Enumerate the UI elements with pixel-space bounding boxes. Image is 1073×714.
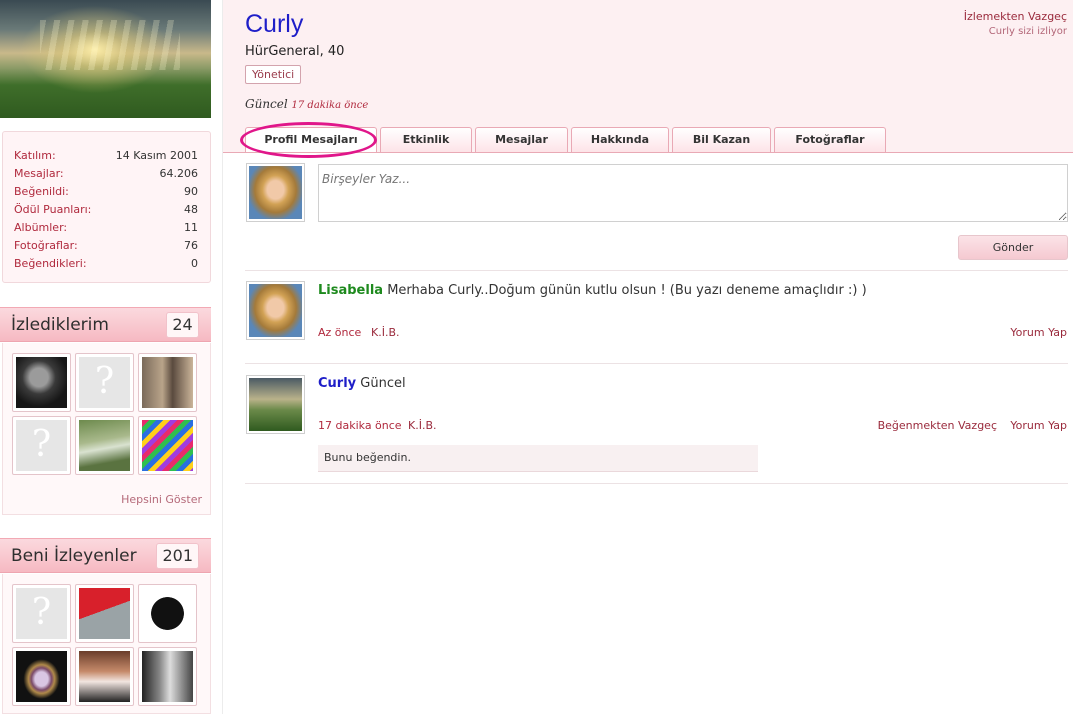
stat-row: Mesajlar: 64.206	[14, 165, 198, 183]
post-time[interactable]: 17 dakika önce	[318, 419, 402, 432]
following-avatar[interactable]	[138, 353, 197, 412]
tab-photos[interactable]: Fotoğraflar	[774, 127, 886, 153]
stat-value: 14 Kasım 2001	[115, 149, 198, 162]
follower-avatar[interactable]	[138, 647, 197, 706]
stat-value: 11	[184, 221, 198, 234]
sidebar: Katılım: 14 Kasım 2001 Mesajlar: 64.206 Be…	[0, 0, 212, 714]
stat-row: Beğendikleri: 0	[14, 255, 198, 273]
profile-status: Güncel 17 dakika önce	[245, 97, 368, 111]
following-avatar[interactable]	[75, 416, 134, 475]
tab-about[interactable]: Hakkında	[571, 127, 669, 153]
following-title: İzlediklerim	[11, 315, 109, 335]
composer-avatar	[246, 163, 305, 222]
unfollow-link[interactable]: İzlemekten Vazgeç	[964, 10, 1067, 23]
status-text: Güncel	[245, 97, 288, 111]
post-body: Curly Güncel	[318, 376, 406, 391]
liked-note: Bunu beğendin.	[318, 445, 758, 472]
post-avatar[interactable]	[246, 281, 305, 340]
comment-link[interactable]: Yorum Yap	[1010, 419, 1067, 432]
stat-value: 76	[184, 239, 198, 252]
followers-count: 201	[156, 543, 199, 569]
follows-you-note: Curly sizi izliyor	[988, 26, 1067, 37]
stat-row: Beğenildi: 90	[14, 183, 198, 201]
stat-label: Fotoğraflar:	[14, 239, 78, 252]
follower-avatar[interactable]	[138, 584, 197, 643]
stat-label: Katılım:	[14, 149, 56, 162]
stat-row: Albümler: 11	[14, 219, 198, 237]
post-text: Güncel	[360, 376, 406, 391]
following-box: Hepsini Göster	[2, 343, 211, 515]
following-header: İzlediklerim 24	[0, 307, 211, 342]
follower-avatar[interactable]	[75, 584, 134, 643]
stat-label: Ödül Puanları:	[14, 203, 92, 216]
stat-value: 0	[191, 257, 198, 270]
followers-title: Beni İzleyenler	[11, 546, 137, 566]
show-all-link[interactable]: Hepsini Göster	[3, 493, 212, 506]
stat-value: 48	[184, 203, 198, 216]
kib-link[interactable]: K.İ.B.	[371, 326, 400, 339]
stat-label: Albümler:	[14, 221, 68, 234]
send-button[interactable]: Gönder	[958, 235, 1068, 260]
tab-activity[interactable]: Etkinlik	[380, 127, 472, 153]
post-avatar[interactable]	[246, 375, 305, 434]
divider	[245, 483, 1068, 484]
stat-row: Ödül Puanları: 48	[14, 201, 198, 219]
post-time[interactable]: Az önce	[318, 326, 361, 339]
followers-header: Beni İzleyenler 201	[0, 538, 211, 573]
follower-avatar[interactable]	[12, 584, 71, 643]
message-input[interactable]	[318, 164, 1068, 222]
highlight-annotation	[240, 122, 377, 158]
following-count: 24	[166, 312, 199, 338]
stat-label: Beğendikleri:	[14, 257, 87, 270]
following-avatar[interactable]	[75, 353, 134, 412]
profile-usertitle: HürGeneral, 40	[245, 44, 345, 59]
post-author-link[interactable]: Lisabella	[318, 283, 383, 298]
stat-label: Mesajlar:	[14, 167, 64, 180]
post-text: Merhaba Curly..Doğum günün kutlu olsun !…	[387, 283, 867, 298]
comment-link[interactable]: Yorum Yap	[1010, 326, 1067, 339]
following-avatar[interactable]	[12, 353, 71, 412]
divider	[245, 270, 1068, 271]
tab-messages[interactable]: Mesajlar	[475, 127, 568, 153]
follower-avatar[interactable]	[75, 647, 134, 706]
stat-label: Beğenildi:	[14, 185, 69, 198]
following-grid	[12, 353, 197, 475]
stat-row: Katılım: 14 Kasım 2001	[14, 147, 198, 165]
status-time: 17 dakika önce	[291, 100, 369, 111]
profile-username: Curly	[245, 10, 304, 38]
following-avatar[interactable]	[138, 416, 197, 475]
divider	[245, 363, 1068, 364]
stat-value: 90	[184, 185, 198, 198]
tab-quiz[interactable]: Bil Kazan	[672, 127, 771, 153]
followers-grid	[12, 584, 197, 706]
follower-avatar[interactable]	[12, 647, 71, 706]
profile-main: Curly HürGeneral, 40 Yönetici Güncel 17 …	[222, 0, 1073, 714]
followers-box	[2, 574, 211, 714]
profile-stats: Katılım: 14 Kasım 2001 Mesajlar: 64.206 Be…	[2, 131, 211, 283]
unlike-link[interactable]: Beğenmekten Vazgeç	[878, 419, 997, 432]
stat-value: 64.206	[159, 167, 199, 180]
role-badge: Yönetici	[245, 65, 302, 84]
post-author-link[interactable]: Curly	[318, 376, 356, 391]
kib-link[interactable]: K.İ.B.	[408, 419, 437, 432]
post-body: Lisabella Merhaba Curly..Doğum günün kut…	[318, 283, 867, 298]
cover-photo	[0, 0, 211, 118]
stat-row: Fotoğraflar: 76	[14, 237, 198, 255]
following-avatar[interactable]	[12, 416, 71, 475]
